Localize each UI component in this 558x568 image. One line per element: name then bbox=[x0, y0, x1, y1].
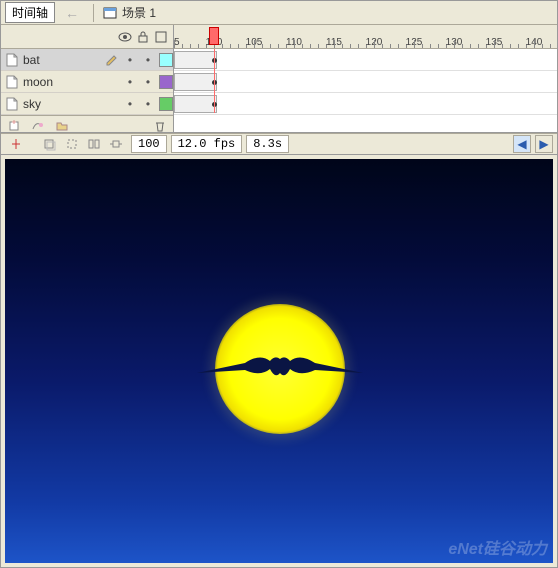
track-row-bat[interactable] bbox=[174, 49, 557, 71]
lock-dot[interactable]: • bbox=[141, 53, 155, 67]
layers-footer bbox=[1, 115, 173, 135]
lock-dot[interactable]: • bbox=[141, 97, 155, 111]
frame-rate-field: 12.0 fps bbox=[171, 135, 243, 153]
scene-icon[interactable] bbox=[102, 5, 118, 21]
track-row-moon[interactable] bbox=[174, 71, 557, 93]
frame-ruler[interactable]: 95100105110115120125130135140 bbox=[174, 25, 557, 49]
timeline-panel: bat • • moon • • sky • • 95100105110115120125130… bbox=[1, 25, 557, 133]
scroll-left-button[interactable]: ◀ bbox=[513, 135, 531, 153]
top-bar: 时间轴 ← 场景 1 bbox=[1, 1, 557, 25]
onion-skin-icon[interactable] bbox=[41, 135, 59, 153]
frame-span[interactable] bbox=[174, 95, 217, 113]
timeline-tab-button[interactable]: 时间轴 bbox=[5, 2, 55, 23]
layer-page-icon bbox=[5, 53, 19, 67]
layer-row-bat[interactable]: bat • • bbox=[1, 49, 173, 71]
stage[interactable]: eNet硅谷动力 bbox=[5, 159, 553, 563]
timeline-status-bar: 100 12.0 fps 8.3s ◀ ▶ bbox=[1, 133, 557, 155]
lock-dot[interactable]: • bbox=[141, 75, 155, 89]
outline-color-swatch[interactable] bbox=[159, 53, 173, 67]
divider bbox=[93, 4, 94, 22]
modify-onion-markers-icon[interactable] bbox=[107, 135, 125, 153]
edit-multiple-frames-icon[interactable] bbox=[85, 135, 103, 153]
visibility-dot[interactable]: • bbox=[123, 53, 137, 67]
layer-name-label: sky bbox=[23, 97, 119, 111]
layers-header bbox=[1, 25, 173, 49]
watermark: eNet硅谷动力 bbox=[448, 535, 547, 559]
back-arrow-icon[interactable]: ← bbox=[59, 5, 85, 21]
layer-page-icon bbox=[5, 97, 19, 111]
scroll-right-button[interactable]: ▶ bbox=[535, 135, 553, 153]
frame-span[interactable] bbox=[174, 51, 217, 69]
add-folder-icon[interactable] bbox=[53, 117, 71, 135]
layer-page-icon bbox=[5, 75, 19, 89]
playhead-line bbox=[214, 49, 215, 113]
stage-wrapper: eNet硅谷动力 bbox=[1, 155, 557, 567]
track-row-sky[interactable] bbox=[174, 93, 557, 115]
layers-list: bat • • moon • • sky • • bbox=[1, 49, 173, 115]
scene-label: 场景 1 bbox=[122, 4, 156, 21]
layers-column: bat • • moon • • sky • • bbox=[1, 25, 173, 132]
frame-span[interactable] bbox=[174, 73, 217, 91]
bat-symbol[interactable] bbox=[195, 353, 365, 389]
visibility-dot[interactable]: • bbox=[123, 97, 137, 111]
layer-name-label: bat bbox=[23, 53, 101, 67]
outline-color-swatch[interactable] bbox=[159, 75, 173, 89]
add-layer-icon[interactable] bbox=[5, 117, 23, 135]
tracks-column[interactable]: 95100105110115120125130135140 bbox=[173, 25, 557, 132]
lock-icon[interactable] bbox=[135, 29, 151, 45]
eye-icon[interactable] bbox=[117, 29, 133, 45]
outline-square-icon[interactable] bbox=[153, 29, 169, 45]
add-motion-guide-icon[interactable] bbox=[29, 117, 47, 135]
outline-color-swatch[interactable] bbox=[159, 97, 173, 111]
delete-layer-icon[interactable] bbox=[151, 117, 169, 135]
center-frame-icon[interactable] bbox=[7, 135, 25, 153]
elapsed-time-field: 8.3s bbox=[246, 135, 289, 153]
layer-row-moon[interactable]: moon • • bbox=[1, 71, 173, 93]
current-frame-field: 100 bbox=[131, 135, 167, 153]
onion-skin-outlines-icon[interactable] bbox=[63, 135, 81, 153]
layer-name-label: moon bbox=[23, 75, 119, 89]
pencil-icon bbox=[105, 53, 119, 67]
layer-row-sky[interactable]: sky • • bbox=[1, 93, 173, 115]
visibility-dot[interactable]: • bbox=[123, 75, 137, 89]
tracks[interactable] bbox=[174, 49, 557, 115]
